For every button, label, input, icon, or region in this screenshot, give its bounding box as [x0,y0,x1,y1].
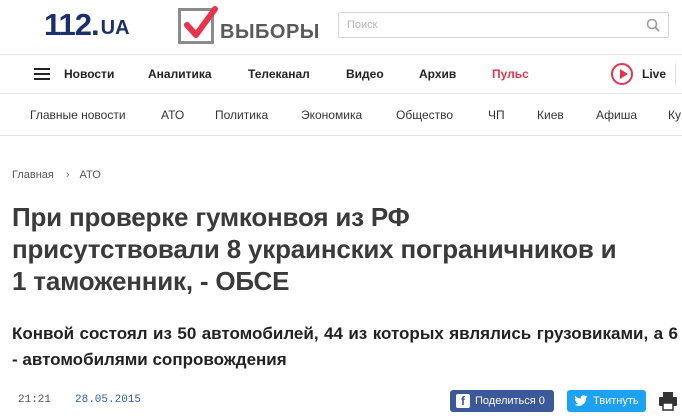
subnav-item-kyiv[interactable]: Киев [537,108,564,123]
nav-item-video[interactable]: Видео [346,66,384,82]
subnav-item-society[interactable]: Общество [396,108,453,123]
play-circle-icon [611,63,633,85]
nav-item-archive[interactable]: Архив [419,66,456,82]
logo-dot: . [91,7,100,42]
nav-item-pulse[interactable]: Пульс [492,66,529,82]
section-navigation: Главные новости АТО Политика Экономика О… [0,95,682,136]
nav-item-analytics[interactable]: Аналитика [148,66,212,82]
menu-hamburger-icon[interactable] [34,68,50,80]
breadcrumb-section[interactable]: АТО [80,169,101,181]
site-header: 112. UA ВЫБОРЫ [0,0,682,50]
article-date[interactable]: 28.05.2015 [75,394,141,406]
elections-label: ВЫБОРЫ [220,21,320,43]
site-logo[interactable]: 112. UA [44,9,130,41]
search-input[interactable] [339,13,639,37]
logo-number: 112 [44,7,92,42]
nav-item-tv[interactable]: Телеканал [248,66,310,82]
elections-link[interactable]: ВЫБОРЫ [178,5,320,44]
subnav-item-culture[interactable]: Ку [668,108,681,123]
search-icon[interactable] [646,18,660,32]
subnav-item-main-news[interactable]: Главные новости [30,108,126,123]
subnav-item-economy[interactable]: Экономика [301,108,362,123]
subnav-item-politics[interactable]: Политика [215,108,268,123]
search-box [338,12,669,38]
facebook-share-button[interactable]: f Поделиться 0 [450,390,554,412]
nav-divider [675,63,677,85]
article-time: 21:21 [18,394,52,406]
print-icon[interactable] [658,391,678,411]
twitter-share-label: Твитнуть [593,395,639,407]
subnav-item-ato[interactable]: АТО [161,108,184,123]
logo-domain: UA [100,17,130,39]
twitter-bird-icon [574,395,588,406]
subnav-item-emergencies[interactable]: ЧП [488,108,505,123]
article-title: При проверке гумконвоя из РФ присутствов… [12,202,617,296]
live-label: Live [642,67,667,81]
nav-item-news[interactable]: Новости [64,66,114,82]
twitter-share-button[interactable]: Твитнуть [567,390,646,412]
facebook-icon: f [456,394,470,408]
article-lead: Конвой состоял из 50 автомобилей, 44 из … [12,324,678,369]
breadcrumb: Главная › АТО [12,169,101,181]
facebook-share-label: Поделиться 0 [475,395,545,407]
main-navigation: Новости Аналитика Телеканал Видео Архив … [0,54,682,94]
subnav-item-afisha[interactable]: Афиша [596,108,637,123]
live-button[interactable]: Live [611,63,677,85]
chevron-right-icon: › [65,169,70,181]
breadcrumb-home[interactable]: Главная [12,169,54,181]
checkbox-tick-icon [178,5,218,44]
